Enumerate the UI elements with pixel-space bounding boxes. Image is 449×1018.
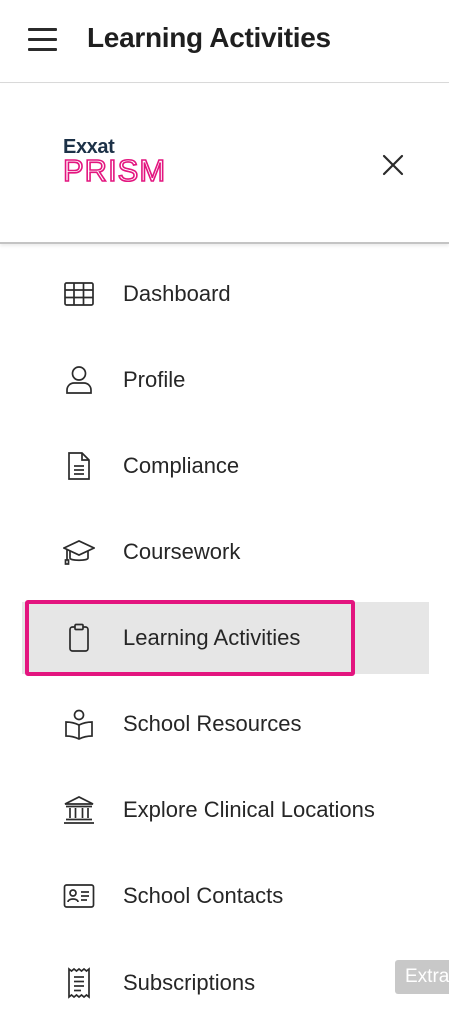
- clipboard-icon: [63, 622, 95, 654]
- nav-label: Learning Activities: [123, 625, 301, 650]
- extra-tab[interactable]: Extra: [395, 960, 449, 994]
- nav-label: Explore Clinical Locations: [123, 797, 375, 822]
- nav-item-profile[interactable]: Profile: [0, 345, 449, 415]
- nav-item-coursework[interactable]: Coursework: [0, 517, 449, 587]
- institution-icon: [63, 794, 95, 826]
- hamburger-menu-icon[interactable]: [28, 26, 58, 52]
- logo-text-prism: PRISM: [62, 152, 181, 191]
- nav-item-subscriptions[interactable]: Subscriptions: [0, 948, 449, 1018]
- nav-label: Compliance: [123, 453, 240, 478]
- nav-item-school-contacts[interactable]: School Contacts: [0, 861, 449, 931]
- nav-label: School Resources: [123, 711, 302, 736]
- close-icon[interactable]: [378, 150, 408, 180]
- drawer-header: Exxat PRISM: [0, 84, 449, 244]
- nav-label: Coursework: [123, 539, 241, 564]
- svg-text:PRISM: PRISM: [63, 156, 166, 186]
- graduation-cap-icon: [61, 536, 97, 568]
- page-title: Learning Activities: [87, 22, 331, 53]
- nav-label: Subscriptions: [123, 970, 256, 995]
- logo-text-exxat: Exxat: [63, 136, 115, 158]
- document-icon: [63, 450, 95, 482]
- receipt-icon: [63, 967, 95, 999]
- user-icon: [63, 364, 95, 396]
- contact-card-icon: [63, 880, 95, 912]
- grid-table-icon: [63, 278, 95, 310]
- nav-item-learning-activities[interactable]: Learning Activities: [0, 600, 449, 676]
- top-app-bar: Learning Activities: [0, 0, 449, 83]
- exxat-prism-logo: Exxat PRISM: [62, 136, 181, 191]
- nav-label: Dashboard: [123, 281, 231, 306]
- nav-item-school-resources[interactable]: School Resources: [0, 689, 449, 759]
- nav-item-compliance[interactable]: Compliance: [0, 431, 449, 501]
- nav-label: School Contacts: [123, 883, 284, 908]
- nav-label: Profile: [123, 367, 186, 392]
- nav-item-dashboard[interactable]: Dashboard: [0, 259, 449, 329]
- book-reader-icon: [63, 708, 95, 740]
- nav-item-explore-clinical-locations[interactable]: Explore Clinical Locations: [0, 775, 449, 845]
